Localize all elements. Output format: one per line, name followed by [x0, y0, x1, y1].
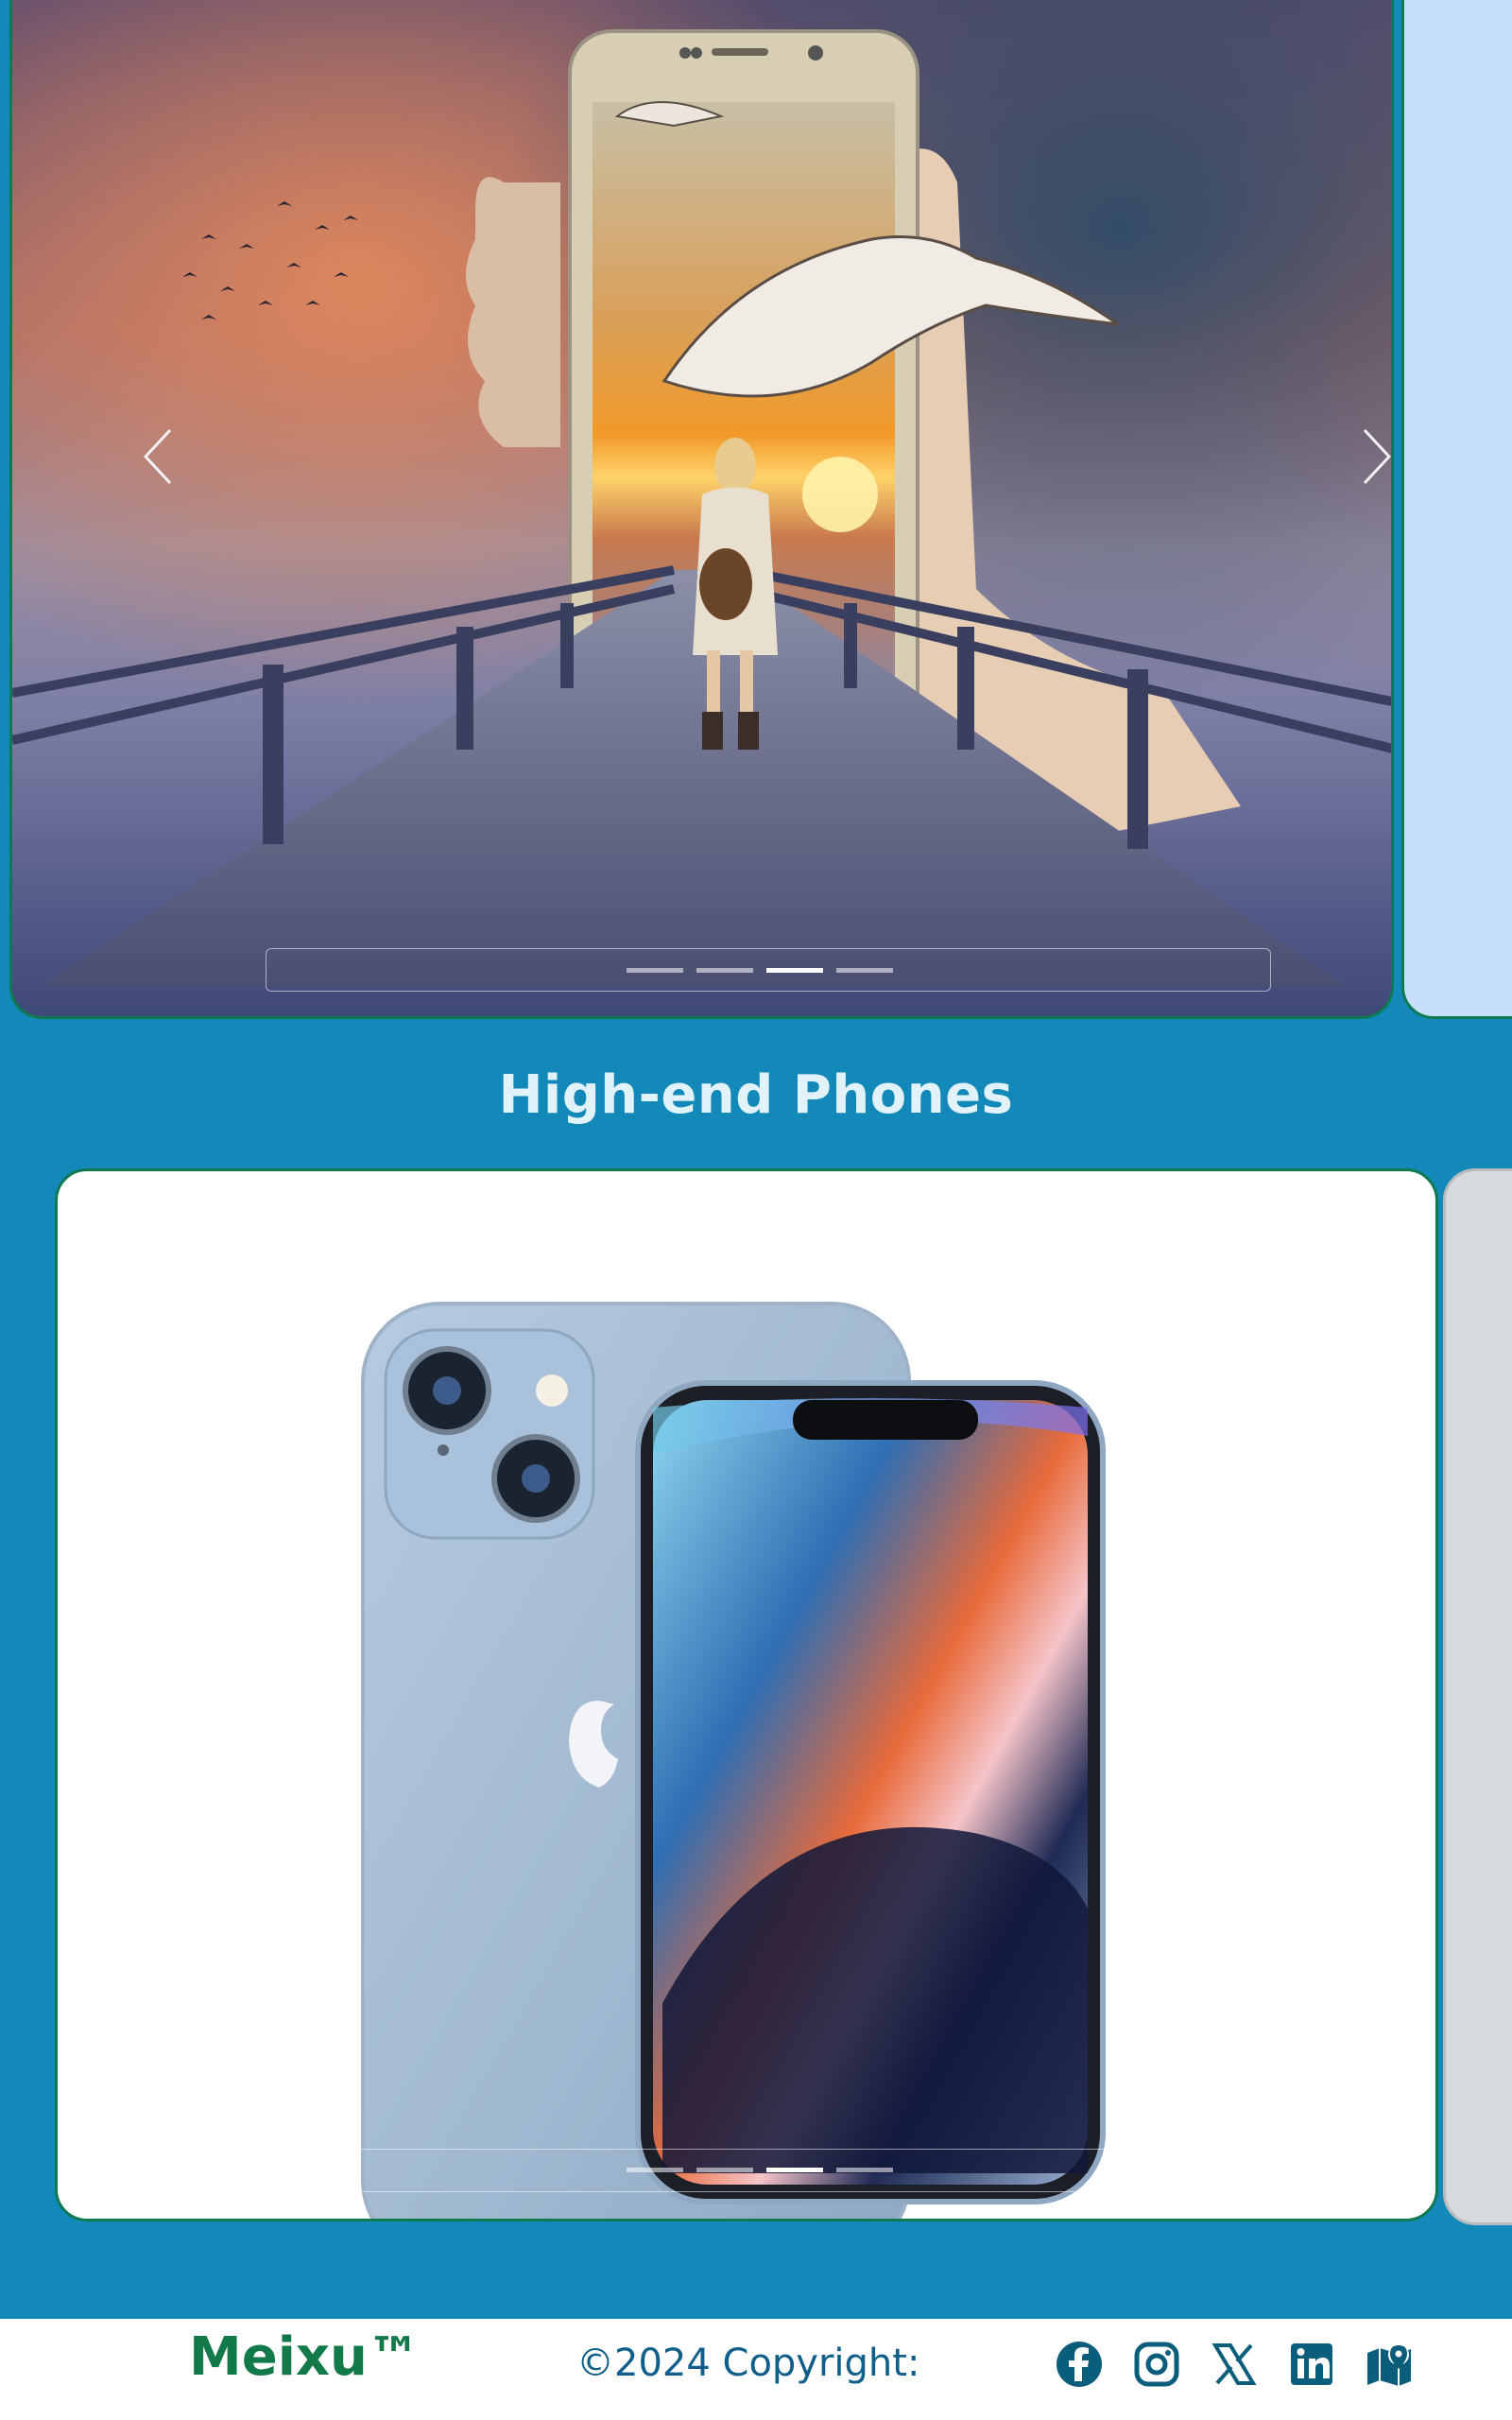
carousel-next-button[interactable]: [1349, 419, 1391, 494]
linkedin-icon[interactable]: [1287, 2340, 1336, 2389]
hero-slide-image: [12, 0, 1391, 1016]
carousel-indicator-3[interactable]: [766, 968, 823, 973]
footer-brand[interactable]: Meixu™: [189, 2326, 421, 2388]
chevron-left-icon: [143, 428, 172, 485]
hero-carousel[interactable]: [9, 0, 1394, 1019]
carousel-prev-button[interactable]: [129, 419, 186, 494]
carousel-indicator-1[interactable]: [627, 968, 683, 973]
footer-copyright: ©2024 Copyright:: [576, 2342, 920, 2385]
x-icon[interactable]: [1210, 2340, 1259, 2389]
product-indicator-3[interactable]: [766, 2168, 823, 2172]
section-title: High-end Phones: [498, 1064, 1014, 1126]
product-carousel[interactable]: [55, 1168, 1438, 2221]
map-icon[interactable]: [1365, 2340, 1414, 2389]
social-links: [1055, 2340, 1414, 2389]
chevron-right-icon: [1363, 428, 1391, 485]
instagram-icon[interactable]: [1132, 2340, 1181, 2389]
product-indicator-2[interactable]: [696, 2168, 753, 2172]
carousel-indicators: [627, 968, 893, 973]
next-slide-peek: [1401, 0, 1512, 1019]
product-indicator-1[interactable]: [627, 2168, 683, 2172]
page: High-end Phones Meixu™ ©2024 Copyright:: [0, 0, 1512, 2420]
next-product-peek: [1443, 1168, 1512, 2225]
footer: Meixu™ ©2024 Copyright:: [0, 2319, 1512, 2420]
product-carousel-indicators: [627, 2168, 893, 2172]
carousel-indicator-2[interactable]: [696, 968, 753, 973]
facebook-icon[interactable]: [1055, 2340, 1104, 2389]
product-phone-image: [361, 1302, 1106, 2219]
carousel-indicator-4[interactable]: [836, 968, 893, 973]
product-indicator-4[interactable]: [836, 2168, 893, 2172]
